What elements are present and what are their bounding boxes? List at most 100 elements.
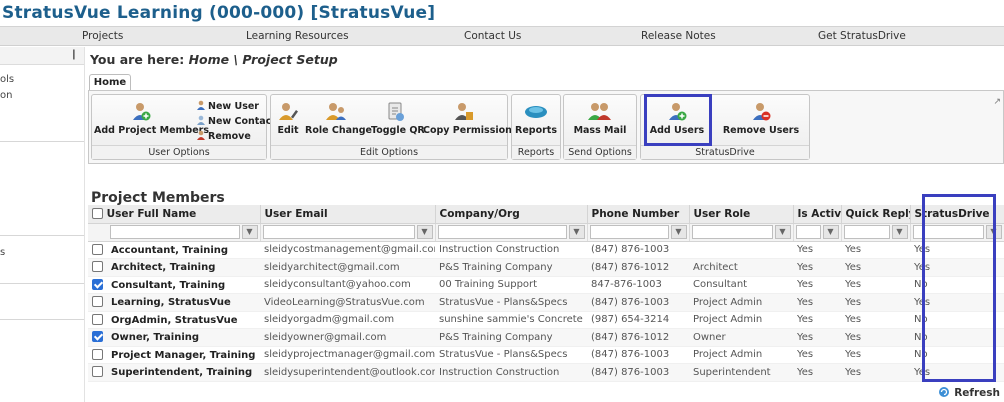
- phone-cell: (987) 654-3214: [587, 311, 689, 329]
- table-row[interactable]: Owner, Training sleidyowner@gmail.com P&S …: [88, 328, 1004, 347]
- filter-icon[interactable]: ▼: [891, 225, 908, 239]
- mass-mail-icon: [588, 103, 611, 120]
- column-header-is-active[interactable]: Is Active: [793, 205, 842, 224]
- filter-input[interactable]: [589, 225, 669, 239]
- left-panel: ❙ ols on s: [0, 47, 85, 402]
- copy-permissions-label: Copy Permissions: [423, 125, 518, 136]
- nav-release-notes[interactable]: Release Notes: [641, 30, 716, 42]
- role-change-icon: [326, 103, 346, 120]
- filter-icon[interactable]: ▼: [568, 225, 585, 239]
- filter-cell: ▼: [689, 223, 794, 242]
- quick-reply-cell: Yes: [841, 346, 910, 364]
- reports-icon: [525, 106, 547, 118]
- remove-users-label: Remove Users: [722, 125, 800, 136]
- ribbon-body: ↗ Add Project Members New User New Conta…: [88, 90, 1004, 164]
- mass-mail-label: Mass Mail: [573, 125, 627, 136]
- left-panel-header: ❙: [0, 47, 84, 65]
- project-members-table: User Full Name User Email Company/Org Ph…: [88, 205, 1004, 382]
- table-row[interactable]: Project Manager, Training sleidyprojectma…: [88, 346, 1004, 364]
- is-active-cell: Yes: [793, 311, 841, 329]
- table-row[interactable]: Superintendent, Training sleidysuperinten…: [88, 363, 1004, 382]
- company-cell: StratusVue - Plans&Specs: [435, 293, 587, 312]
- quick-reply-cell: Yes: [841, 276, 910, 294]
- filter-input[interactable]: [262, 225, 415, 239]
- filter-icon[interactable]: ▼: [670, 225, 687, 239]
- table-row[interactable]: Learning, StratusVue VideoLearning@Stratu…: [88, 293, 1004, 312]
- add-project-members-button[interactable]: Add Project Members: [94, 101, 209, 136]
- new-user-button[interactable]: New User: [196, 100, 259, 112]
- tab-home[interactable]: Home: [89, 74, 131, 91]
- remove-users-button[interactable]: Remove Users: [721, 101, 801, 136]
- column-header-user-full-name[interactable]: User Full Name: [88, 205, 261, 224]
- row-checkbox[interactable]: [92, 278, 103, 290]
- phone-cell: (847) 876-1003: [587, 363, 689, 382]
- row-checkbox[interactable]: [92, 243, 103, 255]
- breadcrumb-prefix: You are here:: [90, 52, 185, 67]
- filter-input[interactable]: [437, 225, 567, 239]
- user-email-cell: sleidyarchitect@gmail.com: [260, 258, 435, 277]
- edit-button[interactable]: Edit: [275, 101, 301, 136]
- filter-input[interactable]: [843, 225, 890, 239]
- mass-mail-button[interactable]: Mass Mail: [568, 101, 632, 136]
- column-header-user-role[interactable]: User Role: [689, 205, 794, 224]
- filter-icon[interactable]: ▼: [241, 225, 258, 239]
- row-checkbox[interactable]: [92, 261, 103, 273]
- select-all-checkbox[interactable]: [92, 207, 103, 219]
- nav-projects[interactable]: Projects: [82, 30, 123, 42]
- column-header-company-org[interactable]: Company/Org: [435, 205, 588, 224]
- row-checkbox[interactable]: [92, 313, 103, 325]
- table-row[interactable]: OrgAdmin, StratusVue sleidyorgadm@gmail.c…: [88, 311, 1004, 329]
- table-row[interactable]: Consultant, Training sleidyconsultant@yah…: [88, 276, 1004, 294]
- reports-button[interactable]: Reports: [515, 101, 557, 136]
- row-checkbox[interactable]: [92, 296, 103, 308]
- left-panel-item[interactable]: s: [0, 247, 5, 258]
- user-email-cell: sleidyorgadm@gmail.com: [260, 311, 435, 329]
- filter-input[interactable]: [691, 225, 773, 239]
- table-row[interactable]: Architect, Training sleidyarchitect@gmail…: [88, 258, 1004, 277]
- role-change-button[interactable]: Role Change: [305, 101, 372, 136]
- user-email-cell: sleidyconsultant@yahoo.com: [260, 276, 435, 294]
- user-full-name-cell: Learning, StratusVue: [88, 293, 260, 312]
- nav-learning-resources[interactable]: Learning Resources: [246, 30, 349, 42]
- ribbon-expand-icon[interactable]: ↗: [993, 97, 1001, 107]
- new-user-icon: [197, 100, 205, 110]
- role-cell: Owner: [689, 328, 793, 347]
- row-checkbox[interactable]: [92, 331, 103, 343]
- column-header-quick-reply[interactable]: Quick Reply: [841, 205, 911, 224]
- table-row[interactable]: Accountant, Training sleidycostmanagement…: [88, 241, 1004, 259]
- role-cell: Consultant: [689, 276, 793, 294]
- filter-icon[interactable]: ▼: [774, 225, 791, 239]
- row-checkbox[interactable]: [92, 366, 103, 378]
- company-cell: P&S Training Company: [435, 328, 587, 347]
- filter-icon[interactable]: ▼: [822, 225, 839, 239]
- filter-icon[interactable]: ▼: [416, 225, 433, 239]
- filter-cell: ▼: [435, 223, 588, 242]
- collapse-panel-icon[interactable]: ❙: [70, 49, 78, 60]
- edit-user-icon: [279, 103, 298, 120]
- column-header-phone-number[interactable]: Phone Number: [587, 205, 690, 224]
- left-panel-divider: [0, 235, 84, 236]
- filter-input[interactable]: [110, 225, 240, 239]
- new-contact-label: New Contact: [208, 116, 276, 127]
- column-header-user-email[interactable]: User Email: [260, 205, 436, 224]
- add-users-highlight: [644, 94, 712, 146]
- left-panel-item[interactable]: ols: [0, 74, 14, 85]
- left-panel-item[interactable]: on: [0, 90, 12, 101]
- group-send-options: Mass Mail Send Options: [563, 94, 637, 160]
- group-user-options: Add Project Members New User New Contact…: [91, 94, 276, 160]
- nav-get-stratusdrive[interactable]: Get StratusDrive: [818, 30, 906, 42]
- filter-input[interactable]: [795, 225, 821, 239]
- row-checkbox[interactable]: [92, 348, 103, 360]
- quick-reply-cell: Yes: [841, 293, 910, 312]
- phone-cell: (847) 876-1003: [587, 346, 689, 364]
- copy-permissions-button[interactable]: Copy Permissions: [423, 101, 518, 136]
- refresh-button[interactable]: Refresh: [938, 386, 1000, 399]
- user-full-name-cell: Architect, Training: [88, 258, 260, 277]
- remove-label: Remove: [208, 131, 251, 142]
- nav-contact-us[interactable]: Contact Us: [464, 30, 521, 42]
- user-full-name: Learning, StratusVue: [111, 297, 231, 309]
- role-cell: Project Admin: [689, 346, 793, 364]
- toggle-qr-button[interactable]: Toggle QR: [371, 101, 425, 136]
- remove-button[interactable]: Remove: [196, 130, 251, 142]
- new-contact-button[interactable]: New Contact: [196, 115, 276, 127]
